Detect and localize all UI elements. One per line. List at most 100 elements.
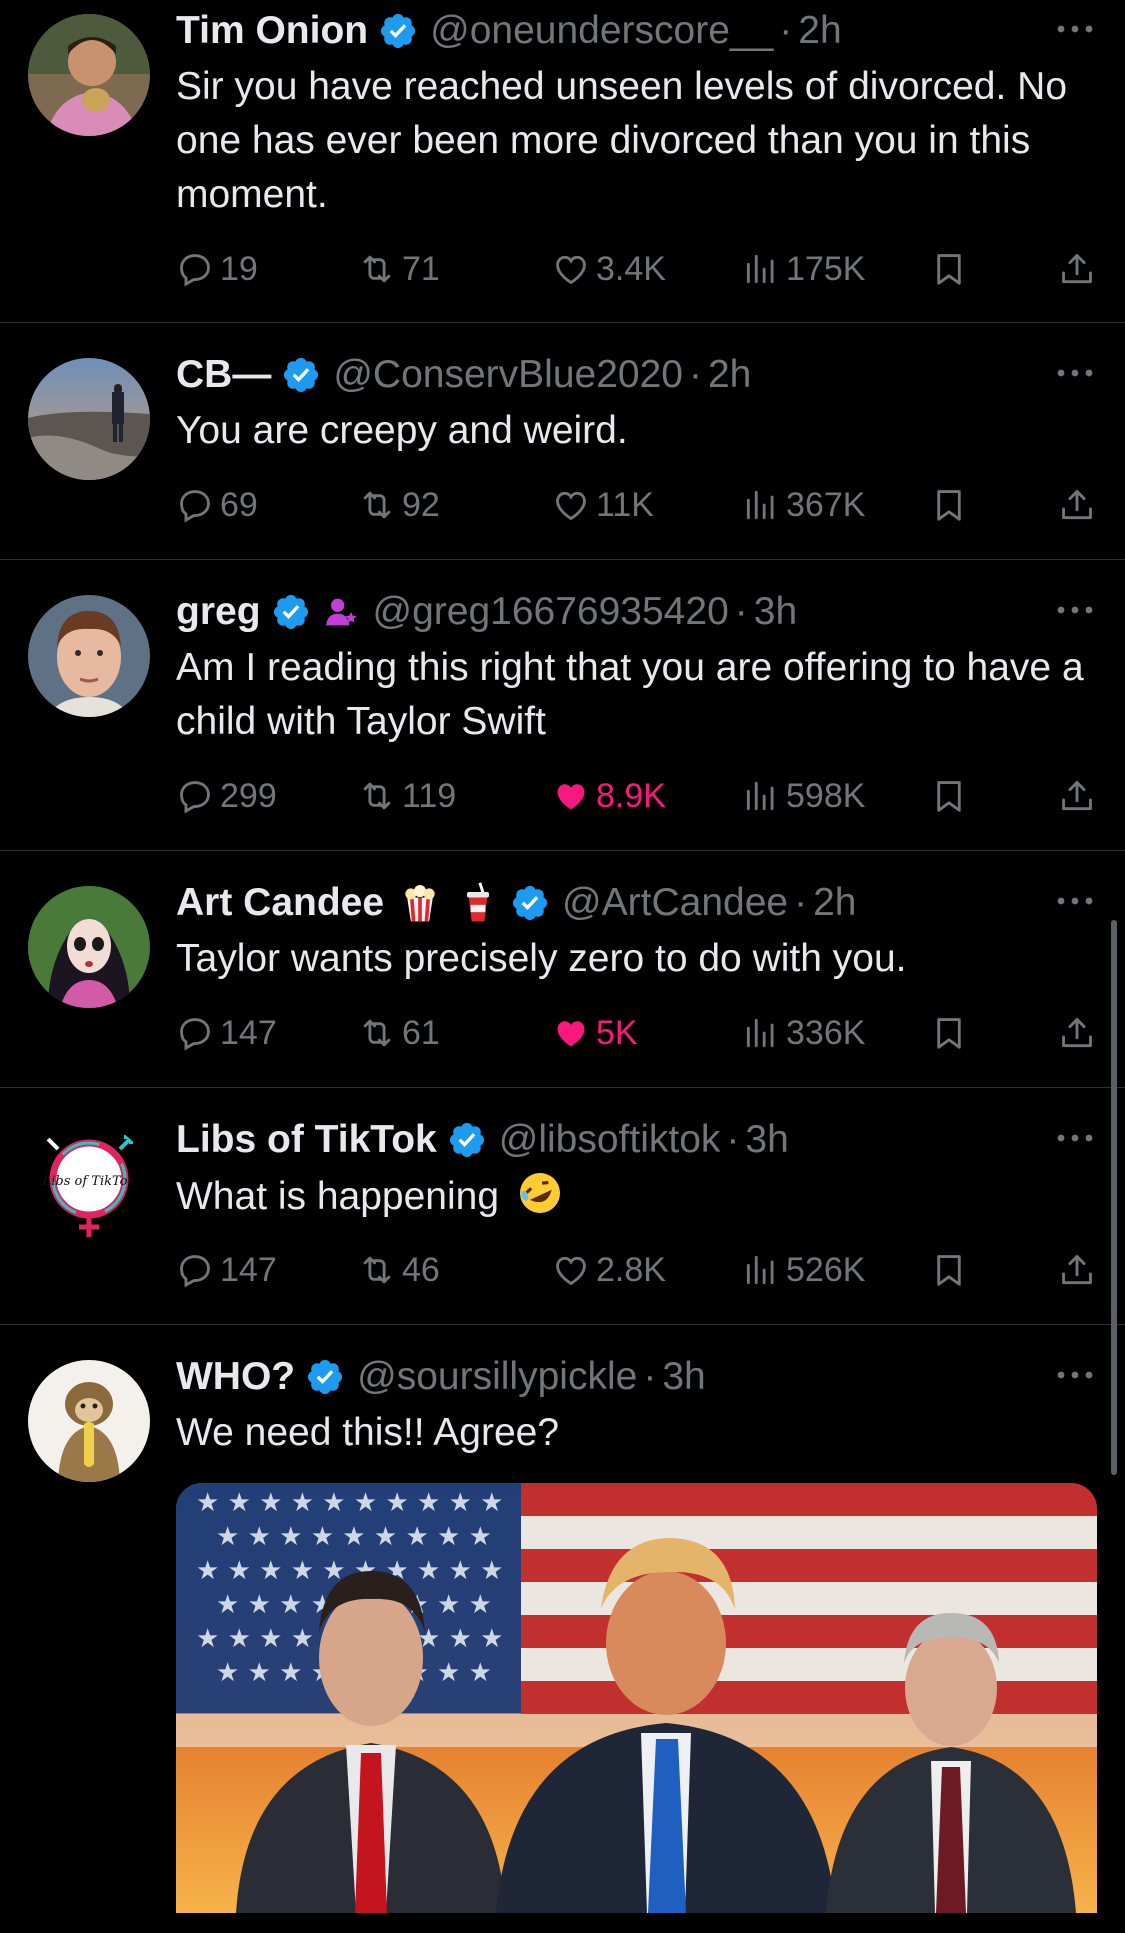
bar-chart-icon	[742, 1251, 780, 1289]
like-button[interactable]: 11K	[552, 480, 654, 530]
reply-button[interactable]: 19	[176, 244, 258, 294]
svg-text:★ ★ ★ ★ ★ ★ ★ ★ ★ ★: ★ ★ ★ ★ ★ ★ ★ ★ ★ ★	[196, 1488, 503, 1518]
bookmark-button[interactable]	[930, 480, 974, 530]
repost-arrows-icon	[358, 1014, 396, 1052]
bookmark-button[interactable]	[930, 771, 974, 821]
bar-chart-icon	[742, 486, 780, 524]
handle[interactable]: @ConservBlue2020	[333, 353, 683, 397]
reply-button[interactable]: 147	[176, 1008, 277, 1058]
repost-button[interactable]: 71	[358, 244, 440, 294]
tweet[interactable]: Libs of TikTok Libs of TikTok @libsoftik…	[0, 1087, 1125, 1325]
like-button[interactable]: 3.4K	[552, 244, 666, 294]
more-dots-icon[interactable]	[1053, 14, 1097, 44]
avatar[interactable]	[28, 14, 150, 136]
bookmark-icon	[930, 1251, 968, 1289]
avatar[interactable]	[28, 1360, 150, 1482]
repost-button[interactable]: 61	[358, 1008, 440, 1058]
share-upload-icon	[1058, 1251, 1096, 1289]
repost-arrows-icon	[358, 1251, 396, 1289]
views-button[interactable]: 526K	[742, 1245, 865, 1295]
handle[interactable]: @libsoftiktok	[499, 1118, 721, 1162]
display-name[interactable]: Libs of TikTok	[176, 1118, 437, 1162]
tweet-text: Am I reading this right that you are off…	[176, 646, 1084, 743]
more-dots-icon[interactable]	[1053, 358, 1097, 388]
like-button[interactable]: 2.8K	[552, 1245, 666, 1295]
reply-count: 147	[220, 1013, 277, 1052]
heart-filled-icon	[552, 777, 590, 815]
timestamp[interactable]: 2h	[813, 881, 856, 925]
display-name[interactable]: WHO?	[176, 1355, 295, 1399]
views-button[interactable]: 336K	[742, 1008, 865, 1058]
like-count: 2.8K	[596, 1250, 666, 1289]
tweet[interactable]: Tim Onion @oneunderscore__ · 2h Sir you …	[0, 0, 1125, 323]
avatar[interactable]: Libs of TikTok	[28, 1123, 150, 1245]
avatar[interactable]	[28, 358, 150, 480]
display-name[interactable]: greg	[176, 590, 261, 634]
repost-button[interactable]: 92	[358, 480, 440, 530]
handle[interactable]: @greg16676935420	[373, 590, 729, 634]
reply-count: 147	[220, 1250, 277, 1289]
more-dots-icon[interactable]	[1053, 1123, 1097, 1153]
more-dots-icon[interactable]	[1053, 595, 1097, 625]
share-button[interactable]	[1058, 771, 1102, 821]
reply-button[interactable]: 69	[176, 480, 258, 530]
timestamp[interactable]: 3h	[754, 590, 797, 634]
views-button[interactable]: 367K	[742, 480, 865, 530]
avatar[interactable]	[28, 595, 150, 717]
tweet-text: Sir you have reached unseen levels of di…	[176, 65, 1068, 216]
repost-button[interactable]: 119	[358, 771, 456, 821]
timestamp[interactable]: 3h	[662, 1355, 705, 1399]
bar-chart-icon	[742, 1014, 780, 1052]
verified-badge-icon	[447, 1120, 487, 1160]
like-count: 11K	[596, 485, 654, 524]
view-count: 526K	[786, 1250, 866, 1289]
separator-dot: ·	[688, 353, 702, 396]
handle[interactable]: @ArtCandee	[562, 881, 788, 925]
display-name[interactable]: CB—	[176, 353, 271, 397]
reply-button[interactable]: 299	[176, 771, 277, 821]
handle[interactable]: @soursillypickle	[357, 1355, 637, 1399]
tweet-actions: 19 71 3.4K 175K	[176, 244, 1097, 294]
more-dots-icon[interactable]	[1053, 886, 1097, 916]
bookmark-button[interactable]	[930, 244, 974, 294]
speech-bubble-icon	[176, 1251, 214, 1289]
tweet-text: We need this!! Agree?	[176, 1411, 560, 1454]
tweet[interactable]: greg @greg16676935420 · 3h Am I reading …	[0, 559, 1125, 851]
handle[interactable]: @oneunderscore__	[430, 9, 773, 53]
like-button[interactable]: 5K	[552, 1008, 638, 1058]
reply-button[interactable]: 147	[176, 1245, 277, 1295]
reply-count: 299	[220, 776, 277, 815]
avatar[interactable]	[28, 886, 150, 1008]
tweet[interactable]: CB— @ConservBlue2020 · 2h You are creepy…	[0, 322, 1125, 560]
like-count: 3.4K	[596, 249, 666, 288]
repost-count: 92	[402, 485, 440, 524]
like-button[interactable]: 8.9K	[552, 771, 666, 821]
timestamp[interactable]: 3h	[745, 1118, 788, 1162]
bar-chart-icon	[742, 250, 780, 288]
scrollbar[interactable]	[1111, 920, 1117, 1475]
avatar-logo-text: Libs of TikTok	[42, 1174, 136, 1189]
heart-filled-icon	[552, 1014, 590, 1052]
separator-dot: ·	[734, 590, 748, 633]
like-count: 5K	[596, 1013, 638, 1052]
tweet[interactable]: Art Candee @ArtCandee · 2h Taylor wants …	[0, 850, 1125, 1088]
more-dots-icon[interactable]	[1053, 1360, 1097, 1390]
bookmark-button[interactable]	[930, 1245, 974, 1295]
share-button[interactable]	[1058, 480, 1102, 530]
display-name[interactable]: Art Candee	[176, 881, 384, 925]
verified-badge-icon	[378, 11, 418, 51]
share-button[interactable]	[1058, 1008, 1102, 1058]
share-button[interactable]	[1058, 244, 1102, 294]
timestamp[interactable]: 2h	[798, 9, 841, 53]
display-name[interactable]: Tim Onion	[176, 9, 368, 53]
heart-icon	[552, 486, 590, 524]
repost-count: 71	[402, 249, 440, 288]
bookmark-button[interactable]	[930, 1008, 974, 1058]
views-button[interactable]: 598K	[742, 771, 865, 821]
timestamp[interactable]: 2h	[708, 353, 751, 397]
tweet-media-image[interactable]: ★ ★ ★ ★ ★ ★ ★ ★ ★ ★ ★ ★ ★ ★ ★ ★ ★ ★ ★ ★ …	[176, 1483, 1097, 1913]
views-button[interactable]: 175K	[742, 244, 865, 294]
share-button[interactable]	[1058, 1245, 1102, 1295]
repost-button[interactable]: 46	[358, 1245, 440, 1295]
repost-arrows-icon	[358, 486, 396, 524]
